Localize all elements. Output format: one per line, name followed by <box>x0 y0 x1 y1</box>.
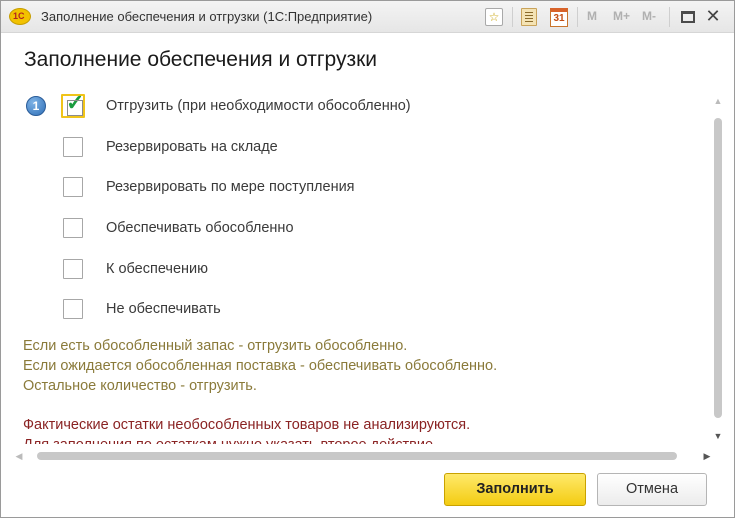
close-icon[interactable]: ✕ <box>703 5 723 26</box>
checkmark-icon: ✓ <box>66 90 85 115</box>
vertical-scroll-thumb[interactable] <box>714 118 722 418</box>
dialog-title: Заполнение обеспечения и отгрузки <box>24 48 378 71</box>
toolbar-divider <box>512 7 513 27</box>
info-icon: 1 <box>26 96 46 116</box>
toolbar-divider <box>669 7 670 27</box>
title-bar: 1С Заполнение обеспечения и отгрузки (1С… <box>1 1 734 33</box>
scroll-right-icon[interactable]: ▶ <box>701 450 713 462</box>
warning-line: Фактические остатки необособленных товар… <box>23 417 471 433</box>
horizontal-scrollbar[interactable]: ◀ ▶ <box>13 450 713 462</box>
calendar-icon[interactable]: 31 <box>550 8 568 27</box>
option-checkbox[interactable] <box>63 177 83 197</box>
app-logo-icon[interactable]: 1С <box>9 8 31 25</box>
description-line: Если есть обособленный запас - отгрузить… <box>23 338 408 354</box>
description-line: Если ожидается обособленная поставка - о… <box>23 358 498 374</box>
option-label[interactable]: К обеспечению <box>106 261 208 277</box>
options-panel: 1 ✓ Отгрузить (при необходимости обособл… <box>13 88 713 444</box>
option-label[interactable]: Обеспечивать обособленно <box>106 220 294 236</box>
vertical-scrollbar[interactable]: ▲ ▼ <box>712 96 724 441</box>
option-label[interactable]: Резервировать по мере поступления <box>106 179 355 195</box>
option-checkbox[interactable]: ✓ <box>61 90 85 118</box>
scroll-down-icon[interactable]: ▼ <box>713 431 723 441</box>
toolbar-divider <box>577 7 578 27</box>
memory-button[interactable]: M <box>587 9 597 27</box>
warning-line: Для заполнения по остаткам нужно указать… <box>23 435 437 444</box>
scroll-up-icon[interactable]: ▲ <box>713 96 723 106</box>
app-logo-text: 1С <box>13 11 25 21</box>
option-checkbox[interactable] <box>63 259 83 279</box>
option-label[interactable]: Не обеспечивать <box>106 301 221 317</box>
option-checkbox[interactable] <box>63 137 83 157</box>
option-label[interactable]: Резервировать на складе <box>106 139 278 155</box>
calculator-icon[interactable] <box>521 8 537 26</box>
cancel-button[interactable]: Отмена <box>597 473 707 506</box>
scroll-left-icon[interactable]: ◀ <box>13 450 25 462</box>
option-checkbox[interactable] <box>63 218 83 238</box>
dialog-window: 1С Заполнение обеспечения и отгрузки (1С… <box>0 0 735 518</box>
option-checkbox[interactable] <box>63 299 83 319</box>
restore-window-icon[interactable] <box>681 11 695 23</box>
memory-minus-button[interactable]: M- <box>642 9 656 27</box>
window-title: Заполнение обеспечения и отгрузки (1С:Пр… <box>41 9 373 24</box>
favorite-star-icon[interactable]: ☆ <box>485 8 503 26</box>
horizontal-scroll-thumb[interactable] <box>37 452 677 460</box>
fill-button[interactable]: Заполнить <box>444 473 586 506</box>
description-line: Остальное количество - отгрузить. <box>23 378 257 394</box>
option-label[interactable]: Отгрузить (при необходимости обособленно… <box>106 98 411 114</box>
memory-plus-button[interactable]: M+ <box>613 9 630 27</box>
